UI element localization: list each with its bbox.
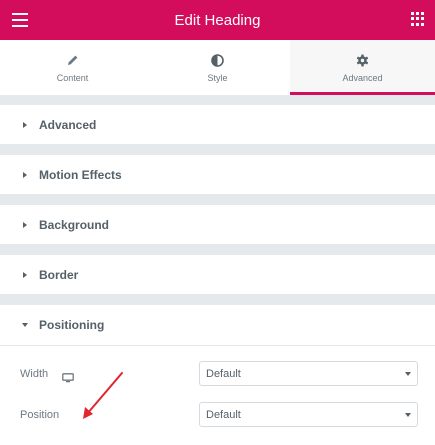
width-select-value: Default <box>206 367 241 380</box>
caret-right-icon <box>23 221 27 228</box>
caret-down-icon <box>22 323 28 327</box>
position-select-value: Default <box>206 408 241 421</box>
tab-style[interactable]: Style <box>145 40 290 95</box>
positioning-panel: Width Default Position Default <box>0 345 435 445</box>
chevron-down-icon <box>405 372 411 376</box>
section-label: Background <box>39 217 110 232</box>
tab-advanced[interactable]: Advanced <box>290 40 435 95</box>
section-label: Motion Effects <box>39 167 122 182</box>
half-circle-icon <box>211 52 224 68</box>
tab-style-label: Style <box>207 73 228 83</box>
section-border[interactable]: Border <box>0 255 435 295</box>
position-select[interactable]: Default <box>199 402 418 427</box>
pencil-icon <box>67 52 79 68</box>
hamburger-menu-icon[interactable] <box>12 13 28 27</box>
position-label: Position <box>20 409 60 421</box>
width-label: Width <box>20 368 49 380</box>
section-background[interactable]: Background <box>0 205 435 245</box>
section-label: Positioning <box>39 318 105 332</box>
caret-right-icon <box>23 121 27 128</box>
grid-apps-icon[interactable] <box>411 12 425 26</box>
desktop-monitor-icon[interactable] <box>62 370 74 388</box>
editor-tabs: Content Style Advanced <box>0 40 435 95</box>
section-positioning[interactable]: Positioning <box>0 305 435 345</box>
section-label: Border <box>39 267 79 282</box>
tab-content[interactable]: Content <box>0 40 145 95</box>
tab-content-label: Content <box>56 73 89 83</box>
tab-advanced-label: Advanced <box>342 73 383 83</box>
section-motion-effects[interactable]: Motion Effects <box>0 155 435 195</box>
section-advanced[interactable]: Advanced <box>0 105 435 145</box>
red-arrow-icon <box>83 372 123 419</box>
chevron-down-icon <box>405 413 411 417</box>
panel-title: Edit Heading <box>174 11 261 29</box>
width-select[interactable]: Default <box>199 361 418 386</box>
section-label: Advanced <box>39 117 97 132</box>
caret-right-icon <box>23 171 27 178</box>
panel-header: Edit Heading <box>0 0 435 40</box>
caret-right-icon <box>23 271 27 278</box>
gear-icon <box>356 52 369 68</box>
